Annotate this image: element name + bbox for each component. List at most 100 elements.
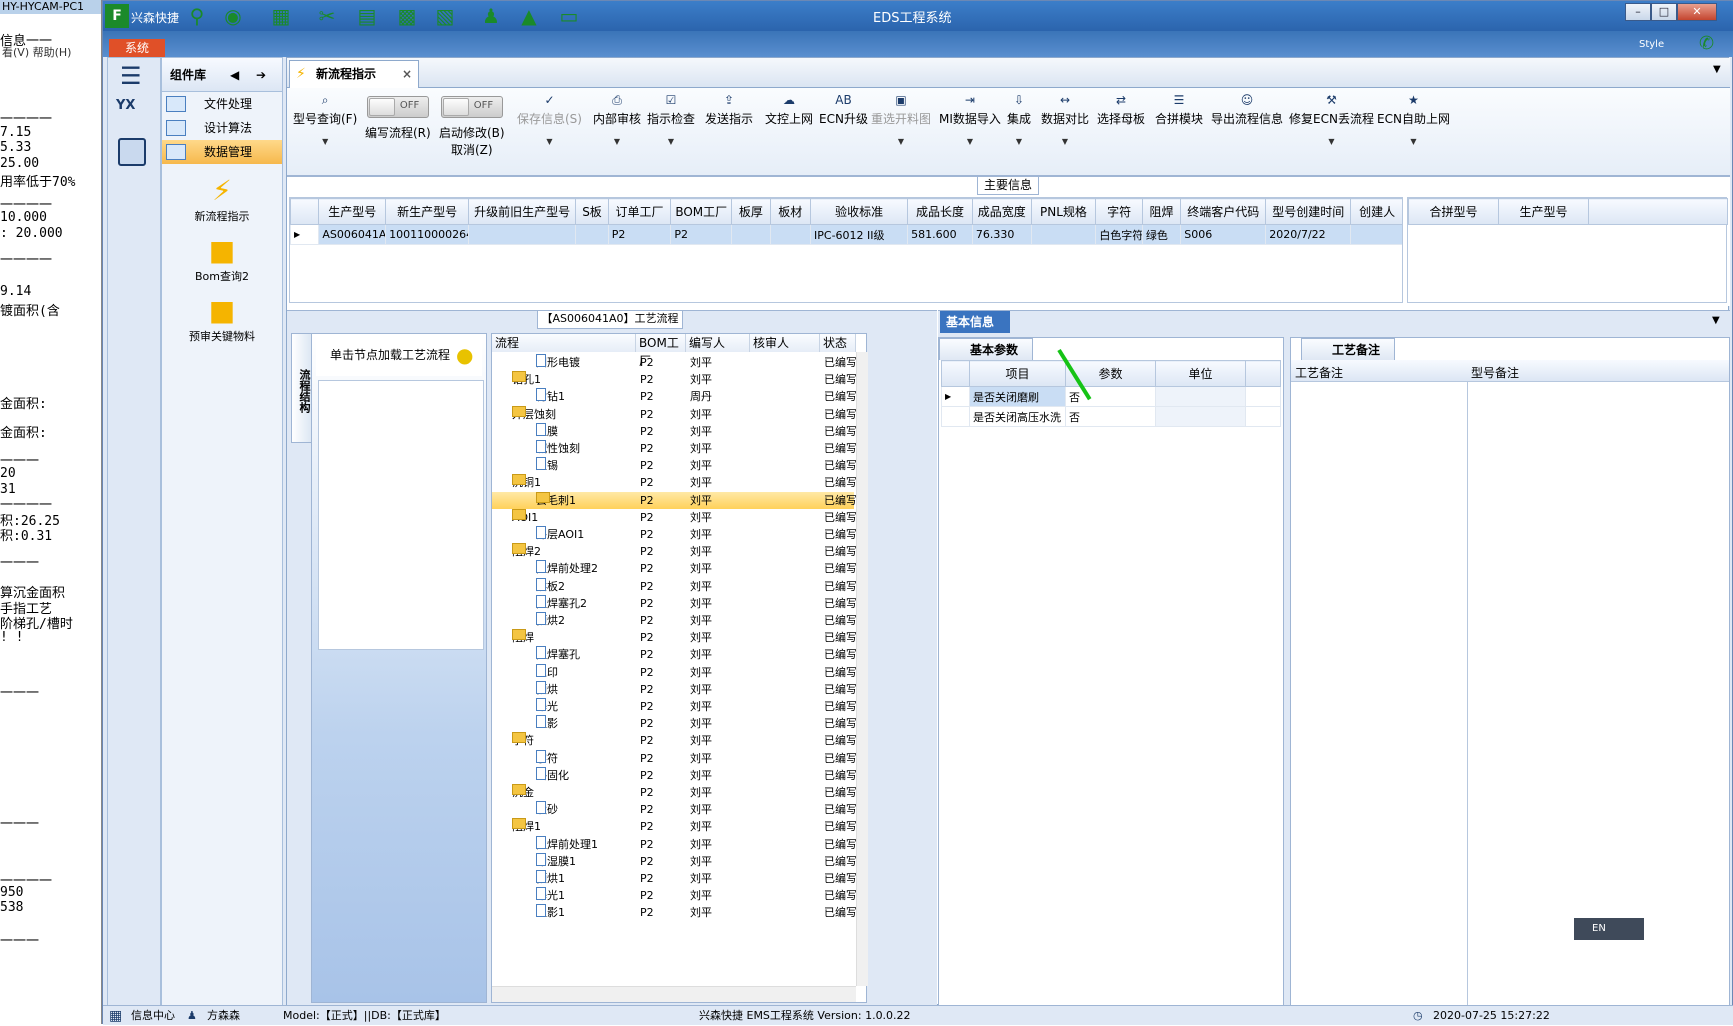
tree-node[interactable]: 碱性蚀刻 [536,440,580,457]
tree-node[interactable]: −沉铜1 [512,474,541,491]
tree-node[interactable]: −阻焊2 [512,543,541,560]
tree-node[interactable]: −字符 [512,732,534,749]
table-cell[interactable]: 581.600 [907,224,973,245]
tree-row[interactable]: 阻焊塞孔 P2 刘平 已编写 [492,646,856,663]
tab-new-flow-instruction[interactable]: ⚡ 新流程指示 × [289,60,419,88]
main-info-column[interactable]: 字符 [1095,198,1143,225]
toolbar-item-0[interactable]: ⌕ 型号查询(F) ▼ [293,92,357,146]
tree-row[interactable]: 退锡 P2 刘平 已编写 [492,457,856,474]
table-cell[interactable]: 白色字符 [1095,224,1143,245]
main-info-column[interactable]: 板厚 [731,198,771,225]
menu-item-file-processing[interactable]: 文件处理 [162,92,282,116]
process-note-column[interactable]: 工艺备注 [1295,364,1343,381]
column-status[interactable]: 状态 [820,334,856,352]
param-unit-column[interactable]: 单位 [1155,360,1246,387]
ime-indicator[interactable]: EN [1574,918,1644,940]
toolbar-item-1[interactable]: OFF 编写流程(R) [365,92,431,141]
column-reviewer[interactable]: 核审人 [750,334,820,352]
tree-node[interactable]: −AOI1 [512,508,538,526]
tree-row[interactable]: 烘板2 P2 刘平 已编写 [492,577,856,595]
tree-node[interactable]: 阻焊塞孔2 [536,594,587,612]
table-cell[interactable] [1350,224,1402,245]
maximize-button[interactable]: □ [1651,3,1677,21]
tree-node[interactable]: 曝光 [536,698,558,715]
table-icon[interactable]: ▧ [433,4,457,28]
dropdown-arrow-icon[interactable]: ▼ [647,137,695,146]
tree-node[interactable]: −沉金 [512,784,534,801]
table-cell[interactable]: P2 [607,224,672,245]
param-unit-cell[interactable] [1155,406,1246,427]
node-list[interactable] [318,380,484,650]
table-cell[interactable] [575,224,609,245]
tree-row[interactable]: 碱性蚀刻 P2 刘平 已编写 [492,440,856,457]
tree-row[interactable]: 图形电镀 P2 刘平 已编写 [492,354,856,371]
tree-row[interactable]: 印湿膜1 P2 刘平 已编写 [492,852,856,870]
tab-process-notes[interactable]: 工艺备注 [1301,338,1396,360]
param-unit-cell[interactable] [1155,386,1246,407]
tree-node[interactable]: 显影1 [536,904,565,921]
toolbar-item-6[interactable]: ⇪ 发送指示 [705,92,753,127]
model-note-column[interactable]: 型号备注 [1471,364,1519,381]
tree-node[interactable]: 烘板2 [536,577,565,595]
tree-row[interactable]: 阻焊塞孔2 P2 刘平 已编写 [492,594,856,612]
column-bom-factory[interactable]: BOM工厂 [636,334,686,368]
table-cell[interactable] [731,224,771,245]
tree-node[interactable]: −钻孔1 [512,371,541,388]
toolbar-item-2[interactable]: OFF 启动修改(B) 取消(Z) [439,92,505,158]
tree-node[interactable]: 曝光1 [536,887,565,904]
column-writer[interactable]: 编写人 [686,334,750,352]
toolbar-item-16[interactable]: ⚒ 修复ECN丢流程 ▼ [1289,92,1374,146]
table-cell[interactable]: AS006041A0 [318,224,387,245]
nav-item-pre-review-key-material[interactable]: ■ 预审关键物料 [162,294,282,344]
tree-row[interactable]: 曝光 P2 刘平 已编写 [492,698,856,715]
tree-row[interactable]: 退膜 P2 刘平 已编写 [492,422,856,440]
tree-row[interactable]: −外层蚀刻 P2 刘平 已编写 [492,405,856,423]
tree-row[interactable]: 预烘 P2 刘平 已编写 [492,680,856,698]
basic-info-header[interactable]: 基本信息 [940,311,1010,333]
toolbar-item-11[interactable]: ⇩ 集成 ▼ [1007,92,1031,146]
main-info-column[interactable]: 生产型号 [318,198,387,225]
nav-item-new-flow-instruction[interactable]: ⚡ 新流程指示 [162,174,282,224]
tree-row[interactable]: 显影 P2 刘平 已编写 [492,715,856,732]
table-cell[interactable]: 绿色 [1141,224,1182,245]
style-menu[interactable]: Style [1639,39,1664,50]
table-row[interactable]: ▶ 是否关闭磨刷否 [941,386,1281,407]
scissors-icon[interactable]: ✂ [315,4,339,28]
tree-node[interactable]: 退锡 [536,457,558,474]
dropdown-arrow-icon[interactable]: ▼ [939,137,1001,146]
yx-module-icon[interactable]: YX [116,98,148,128]
tree-node[interactable]: 退膜 [536,422,558,440]
dropdown-arrow-icon[interactable]: ▼ [1007,137,1031,146]
tree-node[interactable]: 字符 [536,749,558,767]
chart-icon[interactable]: ▲ [517,4,541,28]
toggle-switch[interactable]: OFF [440,96,503,118]
clipboard-icon[interactable]: ▩ [395,4,419,28]
main-info-column[interactable]: 阻焊 [1141,198,1182,225]
tree-row[interactable]: 去毛刺1 P2 刘平 已编写 [492,491,856,509]
tree-row[interactable]: −阻焊 P2 刘平 已编写 [492,629,856,646]
dropdown-arrow-icon[interactable]: ▼ [517,137,582,146]
dropdown-arrow-icon[interactable]: ▼ [593,137,641,146]
main-info-column[interactable]: S板 [575,198,609,225]
tree-row[interactable]: 预烘2 P2 刘平 已编写 [492,612,856,629]
tree-row[interactable]: 喷砂 P2 刘平 已编写 [492,801,856,818]
pin-icon[interactable]: ➔ [256,58,266,92]
toolbar-item-10[interactable]: ⇥ MI数据导入 ▼ [939,92,1001,146]
tree-node[interactable]: 阻焊前处理1 [536,835,598,853]
tree-row[interactable]: 字符 P2 刘平 已编写 [492,749,856,767]
main-info-column[interactable]: 订单工厂 [607,198,672,225]
tree-node[interactable]: 外层AOI1 [536,526,584,543]
tree-row[interactable]: −沉铜1 P2 刘平 已编写 [492,474,856,491]
tree-row[interactable]: 阻焊前处理2 P2 刘平 已编写 [492,560,856,577]
search-icon[interactable]: ⚲ [185,4,209,28]
main-info-column[interactable]: 成品长度 [907,198,973,225]
tree-node[interactable]: 阻焊塞孔 [536,646,580,663]
param-item-cell[interactable]: 是否关闭磨刷 [969,386,1066,407]
main-info-column[interactable]: 新生产型号 [385,198,470,225]
toolbar-item-7[interactable]: ☁ 文控上网 [765,92,813,127]
tree-node[interactable]: 显影 [536,715,558,732]
tree-row[interactable]: 外层AOI1 P2 刘平 已编写 [492,526,856,543]
toolbar-item-3[interactable]: ✓ 保存信息(S) ▼ [517,92,582,146]
nav-item-bom-query2[interactable]: ■ Bom查询2 [162,234,282,284]
table-cell[interactable]: 2020/7/22 [1265,224,1352,245]
